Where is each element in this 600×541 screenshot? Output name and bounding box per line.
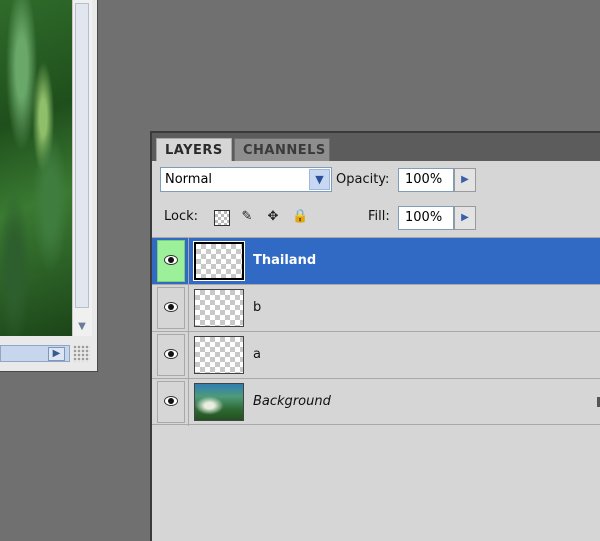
opacity-label: Opacity: — [336, 172, 390, 187]
fill-slider-toggle-icon[interactable]: ▶ — [454, 206, 476, 230]
tab-layers[interactable]: LAYERS — [156, 138, 232, 161]
layer-thumbnail[interactable] — [193, 241, 245, 281]
fill-label: Fill: — [368, 209, 390, 224]
eye-icon — [164, 396, 178, 406]
divider — [188, 285, 189, 332]
layer-name: Thailand — [253, 253, 317, 268]
scroll-right-icon[interactable]: ▶ — [48, 347, 65, 361]
eye-icon — [164, 255, 178, 265]
vertical-scroll-thumb[interactable] — [75, 3, 89, 308]
layer-thumbnail[interactable] — [194, 289, 244, 327]
fill-input[interactable]: 100% — [398, 206, 454, 230]
lock-label: Lock: — [164, 209, 199, 224]
lock-transparent-icon[interactable] — [214, 210, 230, 226]
lock-all-icon[interactable]: 🔒 — [292, 209, 308, 225]
layer-row-background[interactable]: Background — [152, 378, 600, 426]
divider — [188, 379, 189, 426]
eye-icon — [164, 349, 178, 359]
opacity-slider-toggle-icon[interactable]: ▶ — [454, 168, 476, 192]
scroll-down-icon[interactable]: ▼ — [75, 320, 89, 334]
layer-thumbnail[interactable] — [194, 336, 244, 374]
layer-name: Background — [253, 394, 331, 409]
eye-icon — [164, 302, 178, 312]
opacity-input[interactable]: 100% — [398, 168, 454, 192]
lock-move-icon[interactable]: ✥ — [265, 209, 281, 225]
layers-panel: LAYERS CHANNELS Normal ▼ Opacity: 100% ▶… — [150, 131, 600, 541]
resize-grip-icon[interactable] — [73, 345, 90, 362]
blend-mode-value: Normal — [165, 172, 213, 187]
blend-mode-select[interactable]: Normal ▼ — [160, 167, 332, 192]
document-window: ▼ ▶ — [0, 0, 98, 372]
layer-name: a — [253, 347, 261, 362]
divider — [188, 238, 189, 285]
visibility-toggle[interactable] — [157, 240, 185, 282]
tab-channels[interactable]: CHANNELS — [234, 138, 330, 161]
layer-row-b[interactable]: b — [152, 284, 600, 332]
layer-row-a[interactable]: a — [152, 331, 600, 379]
visibility-toggle[interactable] — [157, 381, 185, 423]
panel-tabstrip: LAYERS CHANNELS — [152, 133, 600, 161]
lock-brush-icon[interactable]: ✎ — [239, 209, 255, 225]
vertical-scrollbar[interactable]: ▼ — [72, 0, 92, 336]
divider — [188, 332, 189, 379]
visibility-toggle[interactable] — [157, 334, 185, 376]
layer-thumbnail[interactable] — [194, 383, 244, 421]
document-canvas-image[interactable] — [0, 0, 72, 336]
chevron-down-icon[interactable]: ▼ — [309, 169, 330, 190]
layer-name: b — [253, 300, 262, 315]
layer-row-thailand[interactable]: Thailand — [152, 237, 600, 285]
visibility-toggle[interactable] — [157, 287, 185, 329]
